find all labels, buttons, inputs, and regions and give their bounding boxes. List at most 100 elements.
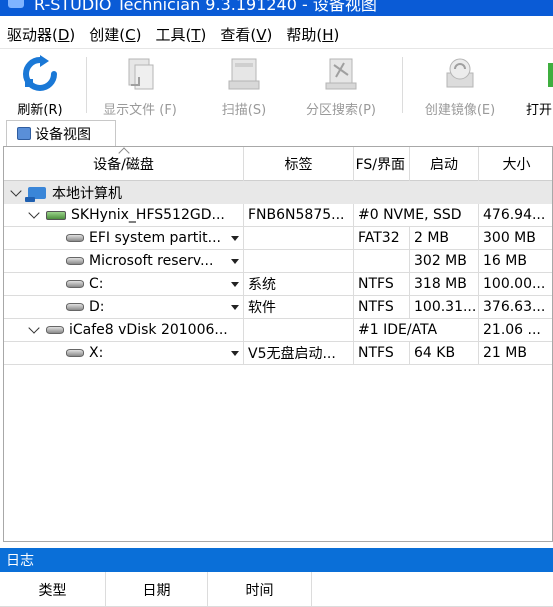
partition-icon bbox=[66, 257, 84, 265]
cell-size: 376.63... bbox=[479, 296, 552, 319]
log-column-date[interactable]: 日期 bbox=[106, 572, 208, 607]
cell-device: EFI system partit... bbox=[4, 227, 244, 250]
toolbar-separator bbox=[86, 57, 87, 113]
column-header-label[interactable]: 标签 bbox=[244, 147, 354, 181]
menu-item-label: 查看( bbox=[220, 25, 257, 44]
cell-label: 软件 bbox=[244, 296, 354, 319]
partition-icon bbox=[66, 303, 84, 311]
menu-item-accelerator: C bbox=[125, 25, 136, 44]
cell-size: 476.94... bbox=[479, 204, 552, 227]
chevron-down-icon[interactable] bbox=[10, 184, 22, 197]
device-name: X: bbox=[89, 345, 104, 361]
menu-bar: 驱动器(D) 创建(C) 工具(T) 查看(V) 帮助(H) bbox=[0, 20, 553, 48]
create-image-button[interactable]: 创建镜像(E) bbox=[410, 53, 510, 118]
cell-fs bbox=[354, 250, 410, 273]
menu-item-0[interactable]: 驱动器(D) bbox=[7, 24, 75, 45]
table-row[interactable]: D: 软件 NTFS 100.31... 376.63... bbox=[4, 296, 552, 319]
disk-icon bbox=[46, 210, 66, 220]
menu-item-paren: ) bbox=[266, 25, 273, 44]
device-view-icon bbox=[17, 127, 31, 140]
show-files-button[interactable]: 显示文件 (F) bbox=[94, 53, 186, 118]
dropdown-arrow-icon[interactable] bbox=[231, 282, 239, 287]
table-row[interactable]: C: 系统 NTFS 318 MB 100.00... bbox=[4, 273, 552, 296]
refresh-label: 刷新(R) bbox=[17, 103, 63, 118]
device-name: iCafe8 vDisk 201006... bbox=[69, 322, 228, 338]
cell-size: 21.06 ... bbox=[479, 319, 552, 342]
device-name: C: bbox=[89, 276, 104, 292]
open-button[interactable]: 打开 bbox=[516, 53, 553, 117]
partition-search-icon bbox=[325, 58, 357, 90]
column-header-fs[interactable]: FS/界面 bbox=[354, 147, 410, 181]
column-header-size[interactable]: 大小 bbox=[479, 147, 552, 181]
menu-item-accelerator: D bbox=[57, 25, 70, 44]
menu-item-paren: ) bbox=[135, 25, 142, 44]
cell-device: D: bbox=[4, 296, 244, 319]
computer-icon bbox=[25, 186, 46, 202]
grid-header: 设备/磁盘 标签 FS/界面 启动 大小 bbox=[4, 147, 552, 181]
partition-icon bbox=[66, 349, 84, 357]
refresh-icon bbox=[23, 55, 57, 91]
menu-item-label: 帮助( bbox=[286, 25, 323, 44]
dropdown-arrow-icon[interactable] bbox=[231, 351, 239, 356]
device-name: D: bbox=[89, 299, 105, 315]
dropdown-arrow-icon[interactable] bbox=[231, 259, 239, 264]
column-header-device[interactable]: 设备/磁盘 bbox=[4, 147, 244, 181]
cell-start: 100.31... bbox=[410, 296, 479, 319]
table-row[interactable]: EFI system partit... FAT32 2 MB 300 MB bbox=[4, 227, 552, 250]
menu-item-2[interactable]: 工具(T) bbox=[155, 24, 206, 45]
toolbar: 刷新(R) 显示文件 (F) 扫描(S) 分区搜索(P) 创建镜像(E) 打开 bbox=[0, 48, 553, 118]
partition-search-button[interactable]: 分区搜索(P) bbox=[290, 53, 392, 118]
cell-fs: NTFS bbox=[354, 296, 410, 319]
menu-item-4[interactable]: 帮助(H) bbox=[286, 24, 339, 45]
table-row[interactable]: 本地计算机 bbox=[4, 181, 552, 204]
log-panel-title: 日志 bbox=[0, 548, 553, 572]
cell-size: 100.00... bbox=[479, 273, 552, 296]
cell-start: 318 MB bbox=[410, 273, 479, 296]
column-header-start[interactable]: 启动 bbox=[410, 147, 479, 181]
dropdown-arrow-icon[interactable] bbox=[231, 236, 239, 241]
menu-item-3[interactable]: 查看(V) bbox=[220, 24, 272, 45]
menu-item-paren: ) bbox=[69, 25, 76, 44]
create-image-icon bbox=[446, 58, 474, 88]
table-row[interactable]: iCafe8 vDisk 201006... #1 IDE/ATA 21.06 ..… bbox=[4, 319, 552, 342]
cell-fs: NTFS bbox=[354, 273, 410, 296]
app-icon bbox=[8, 0, 24, 8]
menu-item-accelerator: H bbox=[322, 25, 334, 44]
scan-icon bbox=[228, 58, 260, 90]
open-label: 打开 bbox=[526, 103, 553, 117]
table-row[interactable]: Microsoft reserv... 302 MB 16 MB bbox=[4, 250, 552, 273]
table-row[interactable]: X: V5无盘启动... NTFS 64 KB 21 MB bbox=[4, 342, 552, 365]
cell-size: 300 MB bbox=[479, 227, 552, 250]
cell-device: 本地计算机 bbox=[4, 181, 552, 204]
view-tabs: 设备视图 bbox=[0, 118, 553, 146]
log-column-type[interactable]: 类型 bbox=[0, 572, 106, 607]
chevron-down-icon[interactable] bbox=[28, 322, 40, 334]
cell-label: V5无盘启动... bbox=[244, 342, 354, 365]
device-name: EFI system partit... bbox=[89, 230, 221, 246]
cell-size: 16 MB bbox=[479, 250, 552, 273]
cell-device: C: bbox=[4, 273, 244, 296]
cell-fs: NTFS bbox=[354, 342, 410, 365]
show-files-icon bbox=[128, 58, 154, 90]
device-name: Microsoft reserv... bbox=[89, 253, 214, 269]
log-column-time[interactable]: 时间 bbox=[208, 572, 312, 607]
menu-item-label: 驱动器( bbox=[7, 25, 58, 44]
dropdown-arrow-icon[interactable] bbox=[231, 305, 239, 310]
refresh-button[interactable]: 刷新(R) bbox=[4, 53, 76, 118]
menu-item-accelerator: V bbox=[256, 25, 267, 44]
scan-label: 扫描(S) bbox=[221, 103, 267, 118]
device-grid: 设备/磁盘 标签 FS/界面 启动 大小 本地计算机 SKHynix_HFS512… bbox=[3, 146, 553, 542]
table-row[interactable]: SKHynix_HFS512GD... FNB6N5875... #0 NVME, … bbox=[4, 204, 552, 227]
cell-label bbox=[244, 227, 354, 250]
cell-label: FNB6N5875... bbox=[244, 204, 354, 227]
cell-fs: #0 NVME, SSD bbox=[354, 204, 462, 227]
window-title: R-STUDIO Technician 9.3.191240 - 设备视图 bbox=[34, 0, 377, 14]
tab-device-view[interactable]: 设备视图 bbox=[6, 120, 116, 146]
menu-item-accelerator: T bbox=[191, 25, 201, 44]
cell-fs: #1 IDE/ATA bbox=[354, 319, 437, 342]
partition-search-label: 分区搜索(P) bbox=[306, 103, 376, 118]
menu-item-1[interactable]: 创建(C) bbox=[89, 24, 141, 45]
cell-label bbox=[244, 319, 354, 342]
scan-button[interactable]: 扫描(S) bbox=[206, 53, 282, 118]
chevron-down-icon[interactable] bbox=[28, 207, 40, 219]
